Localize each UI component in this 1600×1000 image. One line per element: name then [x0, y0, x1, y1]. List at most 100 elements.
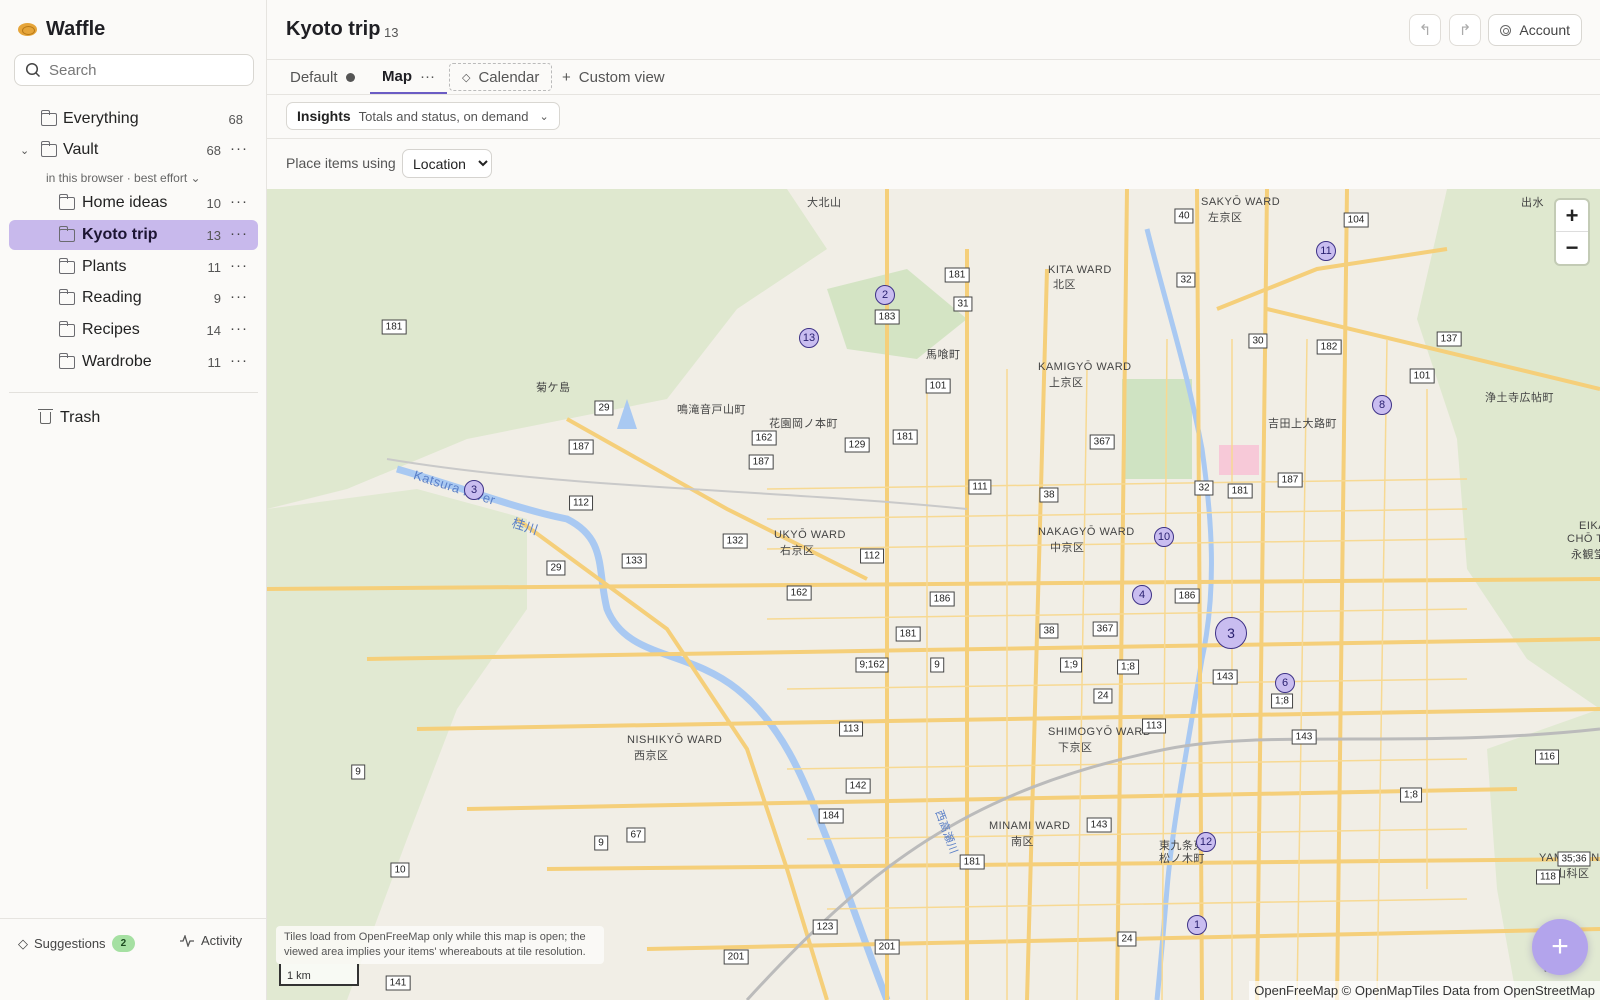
chevron-down-icon[interactable]: ⌄: [20, 144, 29, 157]
folder-icon: [59, 352, 75, 369]
sidebar-item-label: Plants: [82, 258, 127, 275]
more-icon[interactable]: ···: [230, 225, 248, 242]
sidebar-item-folder[interactable]: Recipes 14 ···: [9, 315, 258, 345]
map-place-label: 右京区: [780, 545, 815, 557]
route-shield: 141: [385, 975, 411, 991]
sidebar-item-count: 14: [206, 322, 221, 338]
sidebar-item-folder[interactable]: Reading 9 ···: [9, 283, 258, 313]
tab-default[interactable]: Default: [290, 60, 355, 94]
view-tabs: Default Map ··· ◇ Calendar + Custom view: [267, 60, 1600, 95]
add-custom-view-button[interactable]: + Custom view: [562, 60, 665, 94]
map-place-label: 花園岡ノ本町: [769, 418, 838, 430]
sidebar-item-label: Reading: [82, 289, 142, 306]
map-cluster-marker[interactable]: 11: [1316, 241, 1336, 261]
more-icon[interactable]: ···: [420, 68, 435, 85]
account-button[interactable]: Account: [1488, 14, 1582, 46]
folder-icon: [59, 225, 75, 242]
tab-label: Calendar: [478, 68, 540, 86]
route-shield: 123: [812, 919, 838, 935]
zoom-in-button[interactable]: +: [1556, 200, 1588, 232]
more-icon[interactable]: ···: [230, 320, 248, 337]
route-shield: 9;162: [855, 657, 889, 673]
map-place-label: 吉田上大路町: [1268, 418, 1337, 430]
tab-label: Map: [382, 67, 412, 85]
map-cluster-marker[interactable]: 2: [875, 285, 895, 305]
map-attribution[interactable]: OpenFreeMap © OpenMapTiles Data from Ope…: [1249, 981, 1600, 1000]
map-cluster-marker[interactable]: 1: [1187, 915, 1207, 935]
route-shield: 181: [959, 854, 985, 870]
placement-label: Place items using: [286, 155, 396, 171]
redo-button[interactable]: ↱: [1449, 14, 1481, 46]
chevron-down-icon: ⌄: [539, 110, 549, 123]
sidebar-item-vault[interactable]: ⌄ Vault 68 ···: [9, 135, 258, 165]
search-box[interactable]: [14, 54, 254, 86]
search-input[interactable]: [49, 61, 239, 79]
map-place-label: 中京区: [1050, 542, 1085, 554]
route-shield: 24: [1117, 931, 1137, 947]
folder-icon: [41, 109, 57, 126]
more-icon[interactable]: ···: [230, 193, 248, 210]
trash-icon: [38, 409, 53, 424]
route-shield: 67: [626, 827, 646, 843]
plus-icon: +: [562, 68, 571, 86]
tab-label: Custom view: [578, 68, 665, 86]
suggestions-button[interactable]: ◇ Suggestions 2: [18, 935, 136, 952]
route-shield: 9: [594, 835, 608, 851]
route-shield: 187: [568, 439, 594, 455]
folder-icon: [59, 257, 75, 274]
map-place-label: KAMIGYŌ WARD: [1038, 361, 1132, 373]
route-shield: 38: [1039, 487, 1059, 503]
map-cluster-marker[interactable]: 13: [799, 328, 819, 348]
insights-bar: Insights Totals and status, on demand ⌄: [267, 95, 1600, 139]
placement-select[interactable]: Location: [402, 149, 492, 178]
route-shield: 40: [1174, 208, 1194, 224]
map-cluster-marker[interactable]: 12: [1196, 832, 1216, 852]
sidebar-item-everything[interactable]: Everything 68: [9, 104, 258, 134]
map-cluster-marker[interactable]: 6: [1275, 673, 1295, 693]
undo-button[interactable]: ↰: [1409, 14, 1441, 46]
more-icon[interactable]: ···: [230, 352, 248, 369]
tab-label: Default: [290, 68, 338, 86]
more-icon[interactable]: ···: [230, 288, 248, 305]
sidebar-item-count: 9: [213, 290, 221, 306]
sidebar-item-label: Vault: [63, 141, 99, 158]
map-cluster-marker[interactable]: 4: [1132, 585, 1152, 605]
map-cluster-marker[interactable]: 10: [1154, 527, 1174, 547]
map-cluster-marker[interactable]: 3: [464, 480, 484, 500]
map-place-label: SAKYŌ WARD: [1201, 196, 1281, 208]
map-place-label: 鳴滝音戸山町: [677, 404, 746, 416]
route-shield: 181: [944, 267, 970, 283]
map-place-label: 北区: [1053, 279, 1076, 291]
route-shield: 101: [1409, 368, 1435, 384]
route-shield: 1;8: [1400, 787, 1422, 803]
sidebar-item-trash[interactable]: Trash: [38, 409, 100, 427]
sidebar-footer: ◇ Suggestions 2 Activity: [0, 918, 266, 1000]
map-place-label: EIKANDŌ-: [1579, 520, 1600, 532]
vault-storage-meta[interactable]: in this browser · best effort ⌄: [46, 171, 201, 185]
sidebar-item-folder[interactable]: Kyoto trip 13 ···: [9, 220, 258, 250]
route-shield: 118: [1536, 869, 1560, 885]
more-icon[interactable]: ···: [230, 140, 248, 157]
vault-meta-text: in this browser · best effort: [46, 171, 188, 185]
map-cluster-marker[interactable]: 8: [1372, 395, 1392, 415]
sidebar-item-folder[interactable]: Home ideas 10 ···: [9, 188, 258, 218]
brand: Waffle: [18, 18, 105, 41]
tab-calendar[interactable]: ◇ Calendar: [449, 63, 553, 91]
sidebar-item-folder[interactable]: Wardrobe 11 ···: [9, 347, 258, 377]
sidebar-item-label: Wardrobe: [82, 353, 152, 370]
waffle-logo-icon: [18, 23, 37, 36]
zoom-control: + −: [1556, 200, 1588, 264]
more-icon[interactable]: ···: [230, 257, 248, 274]
map-place-label: 出水: [1521, 197, 1544, 209]
map-place-label: NISHIKYŌ WARD: [627, 734, 723, 746]
add-item-fab[interactable]: +: [1532, 919, 1588, 975]
sidebar-item-folder[interactable]: Plants 11 ···: [9, 252, 258, 282]
map-canvas[interactable]: 大北山 KITA WARD 北区 SAKYŌ WARD 左京区 馬喰町 KAMIGYŌ WA…: [267, 189, 1600, 1000]
zoom-out-button[interactable]: −: [1556, 232, 1588, 264]
sidebar-item-count: 13: [206, 227, 221, 243]
route-shield: 10: [390, 862, 410, 878]
activity-button[interactable]: Activity: [180, 933, 242, 948]
map-cluster-marker[interactable]: 3: [1215, 617, 1247, 649]
tab-map[interactable]: Map ···: [370, 60, 447, 94]
insights-toggle[interactable]: Insights Totals and status, on demand ⌄: [286, 102, 560, 130]
